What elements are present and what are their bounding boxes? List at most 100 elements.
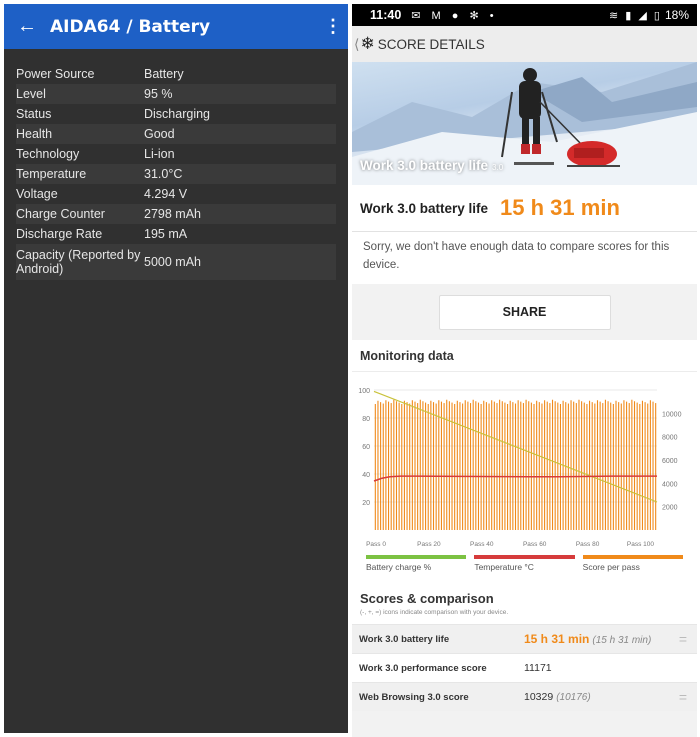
x-tick-label: Pass 80	[576, 541, 600, 548]
equal-icon: =	[678, 689, 688, 705]
y-right-tick-label: 4000	[662, 481, 678, 488]
score-row-name: Work 3.0 performance score	[359, 662, 487, 674]
battery-info-key: Technology	[16, 147, 80, 161]
battery-info-value: 4.294 V	[144, 187, 188, 201]
app-bar: ← AIDA64 / Battery ⋮	[4, 4, 348, 49]
y-left-tick-label: 60	[362, 444, 370, 451]
legend-label: Temperature °C	[474, 562, 534, 572]
score-row-name: Work 3.0 battery life	[359, 633, 450, 645]
battery-info-key: Power Source	[16, 67, 95, 81]
score-row[interactable]: Web Browsing 3.0 score 10329 (10176) =	[352, 682, 697, 711]
x-tick-label: Pass 20	[417, 541, 441, 548]
legend-item: Battery charge %	[366, 555, 467, 583]
hero-image: Work 3.0 battery life 3.0	[352, 62, 697, 185]
battery-info-key: Health	[16, 127, 53, 141]
score-main: 10329	[524, 691, 554, 703]
battery-info-row: Technology Li-ion	[16, 144, 336, 164]
hero-caption: Work 3.0 battery life 3.0	[360, 158, 503, 173]
score-row-value: 15 h 31 min (15 h 31 min)	[524, 632, 669, 646]
battery-info-key: Level	[16, 87, 46, 101]
top-bar: ⟨ ❄ SCORE DETAILS	[352, 26, 697, 62]
battery-info-row: Capacity (Reported by Android) 5000 mAh	[16, 244, 336, 280]
chart-legend: Battery charge % Temperature °C Score per …	[352, 555, 697, 583]
share-area: SHARE	[352, 284, 697, 340]
battery-info-value: Li-ion	[144, 147, 175, 161]
x-tick-label: Pass 0	[366, 541, 386, 548]
legend-swatch	[366, 555, 467, 559]
battery-info-row: Status Discharging	[16, 104, 336, 124]
monitoring-title: Monitoring data	[352, 340, 697, 372]
battery-info-key: Temperature	[16, 167, 87, 181]
hero-caption-text: Work 3.0 battery life	[360, 158, 489, 173]
score-main: 15 h 31 min	[524, 632, 590, 646]
share-button[interactable]: SHARE	[438, 294, 611, 330]
battery-info-value: 95 %	[144, 87, 173, 101]
battery-info-value: 31.0°C	[144, 167, 183, 181]
more-vert-icon[interactable]: ⋮	[318, 16, 348, 37]
battery-info-row: Voltage 4.294 V	[16, 184, 336, 204]
battery-info-table: Power Source Battery Level 95 % Status Discha…	[16, 64, 336, 280]
scores-note: (-, +, =) icons indicate comparison with…	[360, 609, 509, 616]
y-left-tick-label: 20	[362, 500, 370, 507]
battery-info-row: Health Good	[16, 124, 336, 144]
status-time: 11:40	[370, 8, 402, 22]
aida64-panel: ← AIDA64 / Battery ⋮ Power Source Battery…	[4, 4, 348, 733]
equal-icon: =	[678, 631, 688, 647]
comparison-notice: Sorry, we don't have enough data to comp…	[352, 232, 697, 284]
battery-info-row: Charge Counter 2798 mAh	[16, 204, 336, 224]
battery-info-row: Power Source Battery	[16, 64, 336, 84]
score-row-value: 10329 (10176)	[524, 691, 669, 703]
status-bar: 11:40 ✉ M ● ✻ • ≋ ▮ ◢ ▯ 18%	[352, 4, 697, 26]
monitoring-chart: 20 40 60 80 100 2000 4000 6000 8000 10000 Pass 0 Pa…	[352, 372, 697, 555]
battery-info-value: Discharging	[144, 107, 211, 121]
x-tick-label: Pass 100	[627, 541, 654, 548]
legend-swatch	[474, 555, 575, 559]
score-main: 11171	[524, 662, 552, 674]
x-tick-label: Pass 40	[470, 541, 494, 548]
battery-info-value: Good	[144, 127, 175, 141]
score-row-value: 11171	[524, 662, 669, 674]
battery-info-row: Discharge Rate 195 mA	[16, 224, 336, 244]
y-right-tick-label: 6000	[662, 458, 678, 465]
score-row-name: Web Browsing 3.0 score	[359, 691, 469, 703]
battery-percent: 18%	[664, 8, 689, 22]
topbar-title: SCORE DETAILS	[377, 36, 485, 52]
battery-info-row: Level 95 %	[16, 84, 336, 104]
legend-item: Score per pass	[582, 555, 683, 583]
y-left-tick-label: 40	[362, 472, 370, 479]
battery-info-key: Voltage	[16, 187, 58, 201]
score-details-panel: 11:40 ✉ M ● ✻ • ≋ ▮ ◢ ▯ 18% ⟨ ❄ SCORE DE…	[352, 4, 697, 737]
monitoring-card: Monitoring data 20 40 60 80 100 2000 4000 6000 8…	[352, 340, 697, 583]
scores-section: Scores & comparison (-, +, =) icons indi…	[352, 583, 697, 711]
legend-label: Score per pass	[582, 562, 640, 572]
legend-label: Battery charge %	[366, 562, 432, 572]
score-value: 15 h 31 min	[500, 195, 620, 220]
legend-swatch	[582, 555, 683, 559]
battery-info-value: 2798 mAh	[144, 207, 201, 221]
battery-info-key: Status	[16, 107, 52, 121]
monitoring-chart-svg: 20 40 60 80 100 2000 4000 6000 8000 10000 Pass 0 Pa…	[358, 388, 682, 548]
score-row[interactable]: Work 3.0 performance score 11171	[352, 653, 697, 682]
y-left-tick-label: 100	[358, 388, 370, 395]
legend-item: Temperature °C	[474, 555, 575, 583]
score-label: Work 3.0 battery life	[360, 200, 489, 216]
app-title: AIDA64 / Battery	[50, 16, 211, 37]
score-compare: (10176)	[556, 692, 591, 703]
y-left-tick-label: 80	[362, 416, 370, 423]
y-right-tick-label: 10000	[662, 411, 682, 418]
arrow-left-icon[interactable]: ←	[4, 15, 50, 38]
score-row[interactable]: Work 3.0 battery life 15 h 31 min (15 h 31…	[352, 624, 697, 653]
y-right-tick-label: 2000	[662, 505, 678, 512]
hero-caption-version: 3.0	[492, 163, 504, 172]
score-rows: Work 3.0 battery life 15 h 31 min (15 h 31…	[352, 624, 697, 711]
y-right-tick-label: 8000	[662, 435, 678, 442]
battery-info-value: Battery	[144, 67, 184, 81]
battery-info-key: Capacity (Reported by Android)	[16, 248, 141, 276]
battery-info-row: Temperature 31.0°C	[16, 164, 336, 184]
snowflake-icon: ❄	[360, 34, 375, 53]
battery-info-key: Discharge Rate	[16, 227, 103, 241]
battery-info-value: 5000 mAh	[144, 255, 201, 269]
chevron-left-icon[interactable]: ⟨	[354, 36, 359, 53]
scores-title: Scores & comparison	[360, 591, 494, 606]
x-tick-label: Pass 60	[523, 541, 547, 548]
